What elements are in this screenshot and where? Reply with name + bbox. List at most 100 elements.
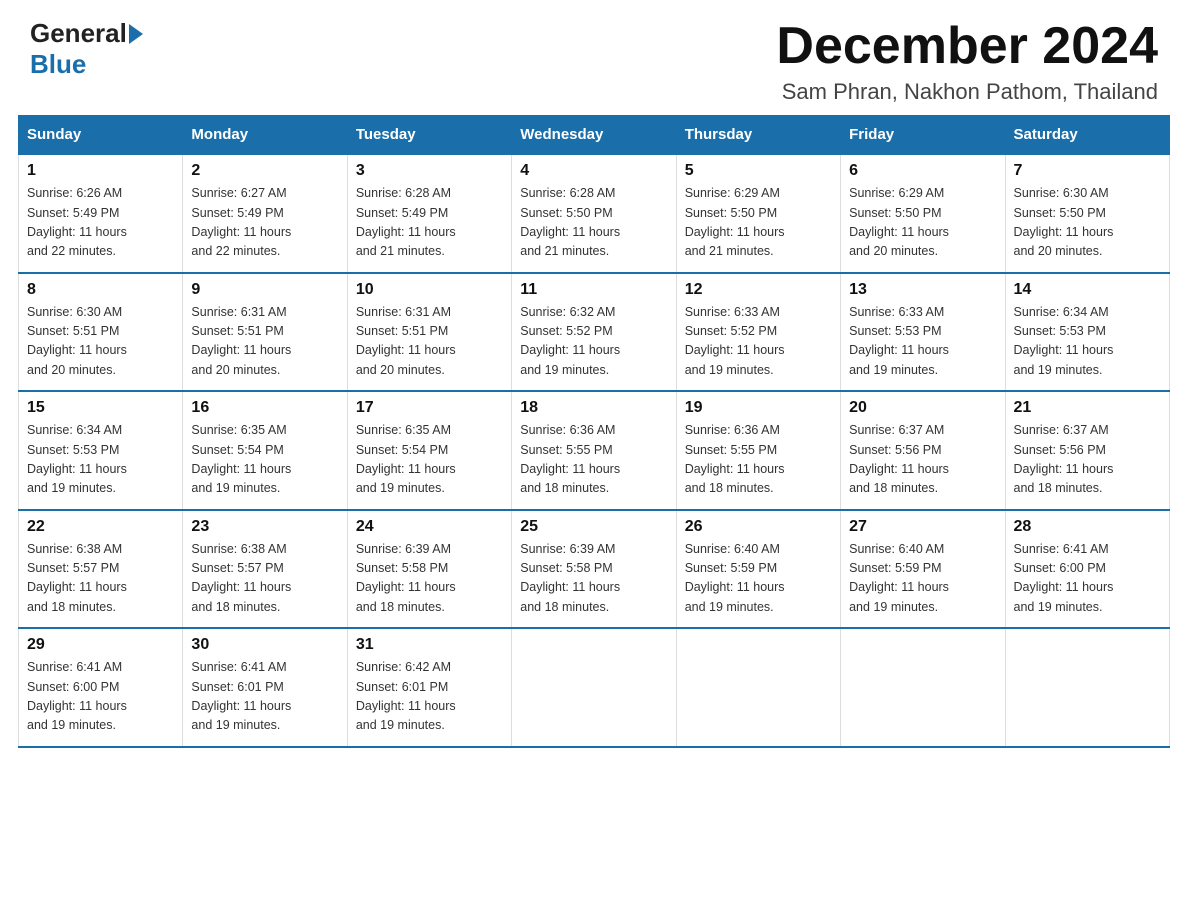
- day-cell: 2 Sunrise: 6:27 AMSunset: 5:49 PMDaylight…: [183, 154, 347, 273]
- day-info: Sunrise: 6:37 AMSunset: 5:56 PMDaylight:…: [849, 421, 996, 499]
- day-number: 27: [849, 518, 996, 536]
- day-cell: 20 Sunrise: 6:37 AMSunset: 5:56 PMDayligh…: [841, 391, 1005, 510]
- day-number: 16: [191, 399, 338, 417]
- day-cell: 11 Sunrise: 6:32 AMSunset: 5:52 PMDayligh…: [512, 273, 676, 392]
- day-header-sunday: Sunday: [19, 116, 183, 155]
- day-number: 31: [356, 636, 503, 654]
- day-header-tuesday: Tuesday: [347, 116, 511, 155]
- day-cell: [676, 628, 840, 747]
- day-info: Sunrise: 6:27 AMSunset: 5:49 PMDaylight:…: [191, 184, 338, 262]
- day-cell: 24Sunrise: 6:39 AMSunset: 5:58 PMDayligh…: [347, 510, 511, 629]
- day-info: Sunrise: 6:34 AMSunset: 5:53 PMDaylight:…: [1014, 303, 1161, 381]
- day-number: 29: [27, 636, 174, 654]
- calendar-table: SundayMondayTuesdayWednesdayThursdayFrid…: [18, 115, 1170, 748]
- day-number: 1: [27, 162, 174, 180]
- day-info: Sunrise: 6:42 AMSunset: 6:01 PMDaylight:…: [356, 658, 503, 736]
- day-info: Sunrise: 6:29 AMSunset: 5:50 PMDaylight:…: [849, 184, 996, 262]
- day-cell: 7 Sunrise: 6:30 AMSunset: 5:50 PMDaylight…: [1005, 154, 1169, 273]
- day-info: Sunrise: 6:31 AMSunset: 5:51 PMDaylight:…: [356, 303, 503, 381]
- day-info: Sunrise: 6:32 AMSunset: 5:52 PMDaylight:…: [520, 303, 667, 381]
- day-info: Sunrise: 6:39 AMSunset: 5:58 PMDaylight:…: [520, 540, 667, 618]
- day-info: Sunrise: 6:28 AMSunset: 5:50 PMDaylight:…: [520, 184, 667, 262]
- logo-general-text: General: [30, 18, 127, 49]
- day-number: 8: [27, 281, 174, 299]
- day-cell: 21 Sunrise: 6:37 AMSunset: 5:56 PMDayligh…: [1005, 391, 1169, 510]
- day-cell: 1 Sunrise: 6:26 AMSunset: 5:49 PMDaylight…: [19, 154, 183, 273]
- day-number: 24: [356, 518, 503, 536]
- day-cell: 30Sunrise: 6:41 AMSunset: 6:01 PMDayligh…: [183, 628, 347, 747]
- day-info: Sunrise: 6:30 AMSunset: 5:50 PMDaylight:…: [1014, 184, 1161, 262]
- day-number: 2: [191, 162, 338, 180]
- day-cell: 5 Sunrise: 6:29 AMSunset: 5:50 PMDaylight…: [676, 154, 840, 273]
- day-cell: [1005, 628, 1169, 747]
- day-info: Sunrise: 6:36 AMSunset: 5:55 PMDaylight:…: [520, 421, 667, 499]
- day-cell: 12Sunrise: 6:33 AMSunset: 5:52 PMDayligh…: [676, 273, 840, 392]
- day-number: 7: [1014, 162, 1161, 180]
- day-cell: 6 Sunrise: 6:29 AMSunset: 5:50 PMDaylight…: [841, 154, 1005, 273]
- day-number: 19: [685, 399, 832, 417]
- logo-triangle-icon: [129, 24, 143, 44]
- day-cell: 8 Sunrise: 6:30 AMSunset: 5:51 PMDaylight…: [19, 273, 183, 392]
- day-number: 6: [849, 162, 996, 180]
- day-info: Sunrise: 6:26 AMSunset: 5:49 PMDaylight:…: [27, 184, 174, 262]
- location-subtitle: Sam Phran, Nakhon Pathom, Thailand: [776, 79, 1158, 105]
- day-info: Sunrise: 6:38 AMSunset: 5:57 PMDaylight:…: [191, 540, 338, 618]
- week-row-4: 22 Sunrise: 6:38 AMSunset: 5:57 PMDayligh…: [19, 510, 1170, 629]
- calendar-header: SundayMondayTuesdayWednesdayThursdayFrid…: [19, 116, 1170, 155]
- day-info: Sunrise: 6:40 AMSunset: 5:59 PMDaylight:…: [849, 540, 996, 618]
- day-cell: 18 Sunrise: 6:36 AMSunset: 5:55 PMDayligh…: [512, 391, 676, 510]
- day-cell: 16 Sunrise: 6:35 AMSunset: 5:54 PMDayligh…: [183, 391, 347, 510]
- day-number: 9: [191, 281, 338, 299]
- title-area: December 2024 Sam Phran, Nakhon Pathom, …: [776, 18, 1158, 105]
- day-cell: 3 Sunrise: 6:28 AMSunset: 5:49 PMDaylight…: [347, 154, 511, 273]
- day-number: 30: [191, 636, 338, 654]
- day-cell: 17 Sunrise: 6:35 AMSunset: 5:54 PMDayligh…: [347, 391, 511, 510]
- day-header-monday: Monday: [183, 116, 347, 155]
- day-info: Sunrise: 6:34 AMSunset: 5:53 PMDaylight:…: [27, 421, 174, 499]
- calendar-wrap: SundayMondayTuesdayWednesdayThursdayFrid…: [0, 115, 1188, 766]
- day-info: Sunrise: 6:29 AMSunset: 5:50 PMDaylight:…: [685, 184, 832, 262]
- day-cell: 27 Sunrise: 6:40 AMSunset: 5:59 PMDayligh…: [841, 510, 1005, 629]
- day-number: 14: [1014, 281, 1161, 299]
- day-number: 22: [27, 518, 174, 536]
- day-number: 13: [849, 281, 996, 299]
- day-number: 17: [356, 399, 503, 417]
- day-info: Sunrise: 6:37 AMSunset: 5:56 PMDaylight:…: [1014, 421, 1161, 499]
- day-info: Sunrise: 6:38 AMSunset: 5:57 PMDaylight:…: [27, 540, 174, 618]
- day-cell: 19 Sunrise: 6:36 AMSunset: 5:55 PMDayligh…: [676, 391, 840, 510]
- day-cell: 14 Sunrise: 6:34 AMSunset: 5:53 PMDayligh…: [1005, 273, 1169, 392]
- day-number: 23: [191, 518, 338, 536]
- day-cell: 9 Sunrise: 6:31 AMSunset: 5:51 PMDaylight…: [183, 273, 347, 392]
- day-number: 20: [849, 399, 996, 417]
- logo: General Blue: [30, 18, 145, 80]
- day-info: Sunrise: 6:35 AMSunset: 5:54 PMDaylight:…: [356, 421, 503, 499]
- day-header-saturday: Saturday: [1005, 116, 1169, 155]
- day-number: 15: [27, 399, 174, 417]
- day-number: 5: [685, 162, 832, 180]
- day-cell: 28Sunrise: 6:41 AMSunset: 6:00 PMDayligh…: [1005, 510, 1169, 629]
- day-number: 21: [1014, 399, 1161, 417]
- day-number: 25: [520, 518, 667, 536]
- day-info: Sunrise: 6:33 AMSunset: 5:52 PMDaylight:…: [685, 303, 832, 381]
- day-info: Sunrise: 6:35 AMSunset: 5:54 PMDaylight:…: [191, 421, 338, 499]
- day-number: 3: [356, 162, 503, 180]
- day-number: 4: [520, 162, 667, 180]
- day-cell: 4 Sunrise: 6:28 AMSunset: 5:50 PMDaylight…: [512, 154, 676, 273]
- day-headers-row: SundayMondayTuesdayWednesdayThursdayFrid…: [19, 116, 1170, 155]
- week-row-5: 29Sunrise: 6:41 AMSunset: 6:00 PMDayligh…: [19, 628, 1170, 747]
- day-info: Sunrise: 6:30 AMSunset: 5:51 PMDaylight:…: [27, 303, 174, 381]
- day-number: 11: [520, 281, 667, 299]
- day-cell: [512, 628, 676, 747]
- day-info: Sunrise: 6:36 AMSunset: 5:55 PMDaylight:…: [685, 421, 832, 499]
- day-info: Sunrise: 6:28 AMSunset: 5:49 PMDaylight:…: [356, 184, 503, 262]
- day-cell: 26Sunrise: 6:40 AMSunset: 5:59 PMDayligh…: [676, 510, 840, 629]
- month-title: December 2024: [776, 18, 1158, 75]
- day-number: 28: [1014, 518, 1161, 536]
- day-number: 18: [520, 399, 667, 417]
- week-row-2: 8 Sunrise: 6:30 AMSunset: 5:51 PMDaylight…: [19, 273, 1170, 392]
- day-cell: 29Sunrise: 6:41 AMSunset: 6:00 PMDayligh…: [19, 628, 183, 747]
- day-number: 10: [356, 281, 503, 299]
- day-header-friday: Friday: [841, 116, 1005, 155]
- day-cell: 23 Sunrise: 6:38 AMSunset: 5:57 PMDayligh…: [183, 510, 347, 629]
- day-info: Sunrise: 6:31 AMSunset: 5:51 PMDaylight:…: [191, 303, 338, 381]
